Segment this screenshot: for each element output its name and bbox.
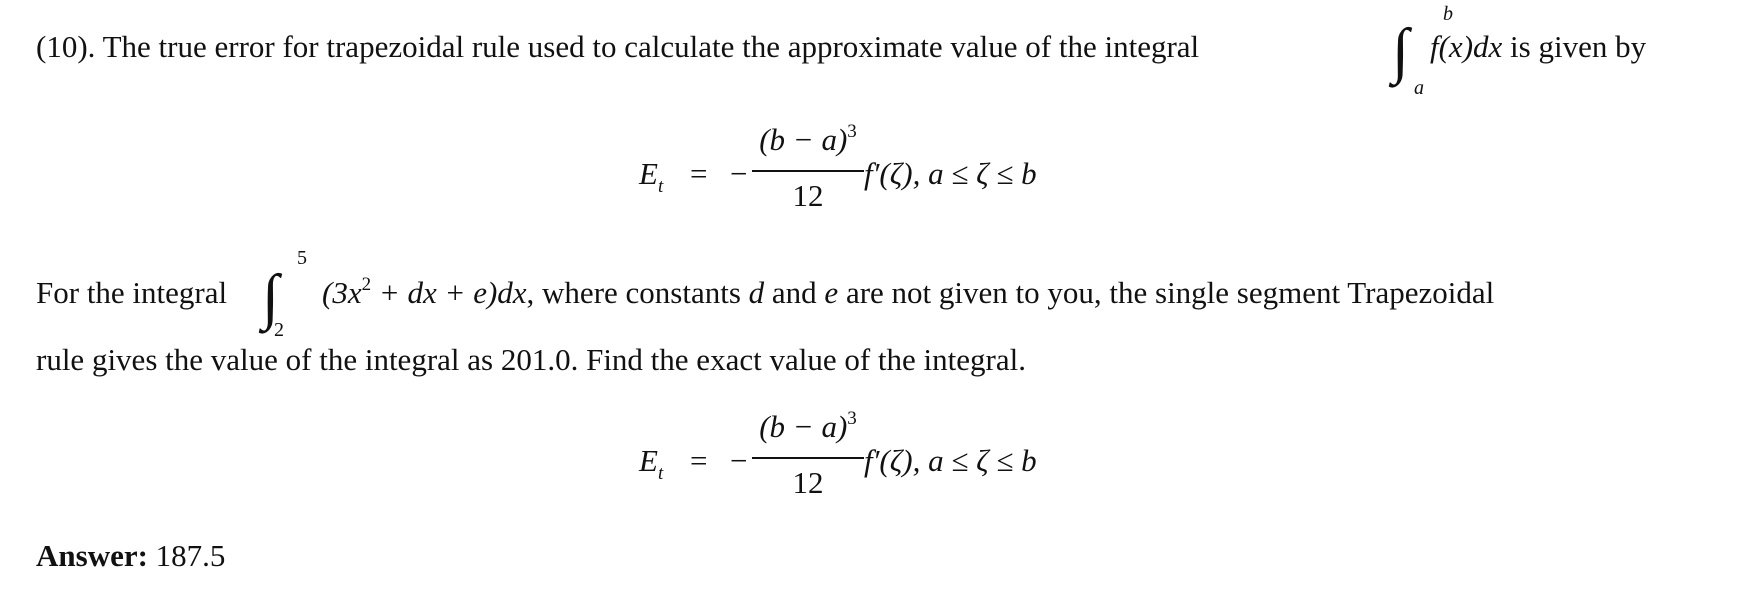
formula-lhs-subscript: t <box>657 176 664 197</box>
formula-equals: = <box>690 156 708 191</box>
intro-integrand: f(x)dx <box>1430 29 1503 64</box>
body-line-2: rule gives the value of the integral as … <box>36 342 1026 377</box>
question-number: (10). <box>36 29 96 64</box>
formula2-minus: − <box>730 443 748 478</box>
formula2-equals: = <box>690 443 708 478</box>
answer-label: Answer: <box>36 538 148 573</box>
intro-tail: is given by <box>1510 29 1647 64</box>
body-text-1c: are not given to you, the single segment… <box>838 275 1495 310</box>
question-intro: (10). The true error for trapezoidal rul… <box>36 31 1199 62</box>
body-text-1a: , where constants <box>526 275 749 310</box>
intro-text: The true error for trapezoidal rule used… <box>102 29 1200 64</box>
fraction-bar <box>752 170 864 172</box>
formula-rest: f′(ζ), a ≤ ζ ≤ b <box>864 156 1037 191</box>
integral-sign: ∫ <box>1392 17 1409 85</box>
numerator-text: (b − a) <box>759 122 848 157</box>
body-integral-upper-limit: 5 <box>297 247 307 269</box>
formula-denominator: 12 <box>792 178 824 213</box>
body-line-1: (3x2 + dx + e)dx, where constants d and … <box>322 275 1495 310</box>
numerator-exponent: 3 <box>847 121 857 142</box>
integral-lower-limit: a <box>1414 77 1424 99</box>
formula-lhs: Et <box>639 156 663 197</box>
formula2-lhs: Et <box>639 443 663 484</box>
variable-d: d <box>748 275 765 310</box>
answer-value: 187.5 <box>155 538 226 573</box>
integrand-post: + dx + e)dx <box>371 275 527 310</box>
formula-lhs-symbol: E <box>639 156 658 191</box>
answer: Answer: 187.5 <box>36 540 225 571</box>
formula2-lhs-symbol: E <box>639 443 658 478</box>
body-text-1b: and <box>764 275 825 310</box>
formula2-rest: f′(ζ), a ≤ ζ ≤ b <box>864 443 1037 478</box>
body-prefix: For the integral <box>36 275 228 310</box>
formula-numerator: (b − a)3 <box>752 121 864 158</box>
variable-e: e <box>824 275 839 310</box>
body-integrand: (3x2 + dx + e)dx <box>322 275 527 310</box>
numerator2-text: (b − a) <box>759 409 848 444</box>
fraction2-bar <box>752 457 864 459</box>
formula-minus: − <box>730 156 748 191</box>
integrand-pre: (3x <box>322 275 362 310</box>
formula2-lhs-subscript: t <box>657 463 664 484</box>
numerator2-exponent: 3 <box>847 408 857 429</box>
intro-integrand-line: f(x)dx is given by <box>1430 31 1646 62</box>
integrand-exponent: 2 <box>361 274 372 295</box>
formula2-numerator: (b − a)3 <box>752 408 864 445</box>
formula2-denominator: 12 <box>792 465 824 500</box>
integral-upper-limit: b <box>1443 3 1453 25</box>
body-integral-lower-limit: 2 <box>274 319 284 341</box>
